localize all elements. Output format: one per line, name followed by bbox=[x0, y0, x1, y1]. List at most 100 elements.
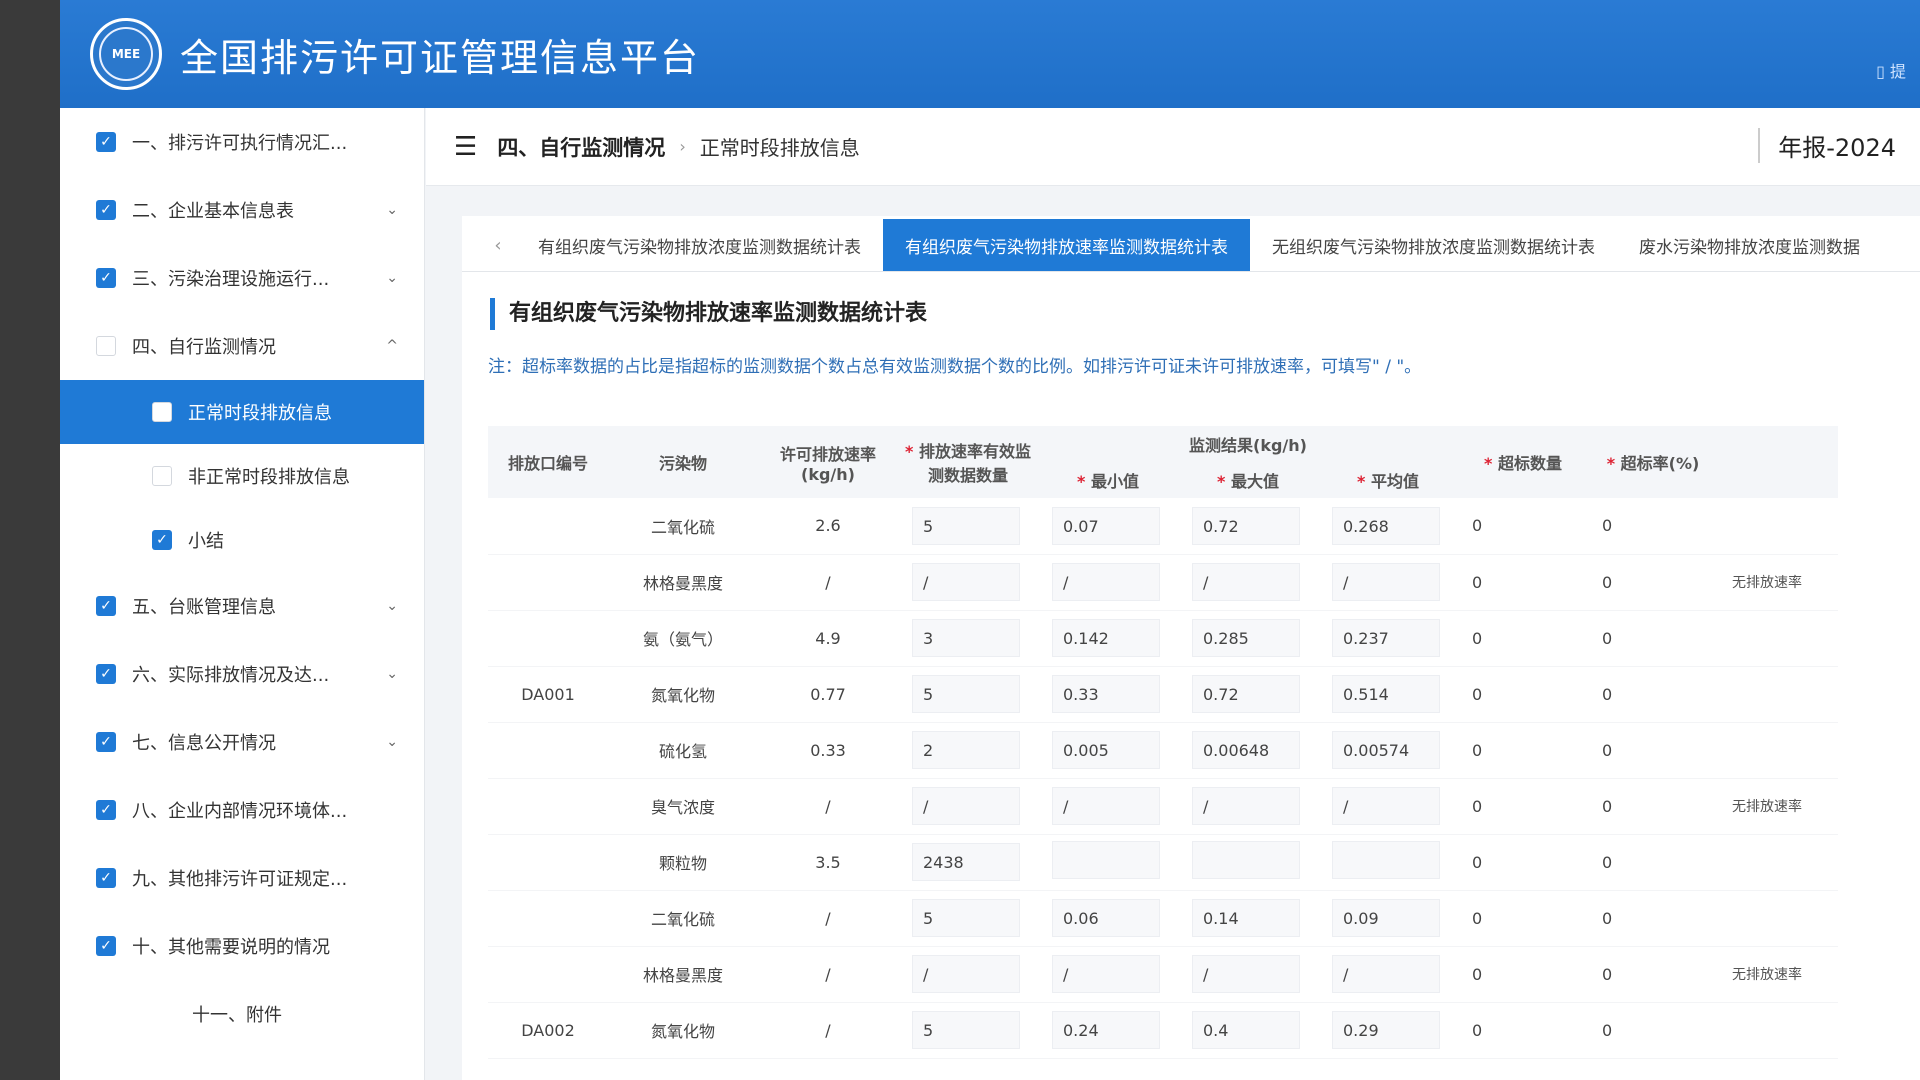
exceed-count-field-value[interactable]: 0 bbox=[1472, 909, 1482, 928]
min-value-field[interactable] bbox=[1038, 834, 1178, 891]
exceed-rate-field[interactable]: 0 bbox=[1588, 610, 1718, 667]
sidebar-item[interactable]: ✓ 九、其他排污许可证规定... bbox=[60, 844, 424, 912]
exceed-rate-field-value[interactable]: 0 bbox=[1602, 573, 1612, 592]
min-value-field-value[interactable]: 0.24 bbox=[1052, 1011, 1160, 1049]
avg-value-field[interactable]: 0.00574 bbox=[1318, 722, 1458, 779]
valid-count-field[interactable]: / bbox=[898, 554, 1038, 611]
checkbox-icon[interactable]: ✓ bbox=[96, 596, 116, 616]
avg-value-field[interactable]: 0.268 bbox=[1318, 498, 1458, 555]
exceed-count-field-value[interactable]: 0 bbox=[1472, 797, 1482, 816]
valid-count-field[interactable]: 5 bbox=[898, 1002, 1038, 1059]
sidebar-item[interactable]: ✓ 六、实际排放情况及达... ⌄ bbox=[60, 640, 424, 708]
min-value-field-value[interactable]: 0.06 bbox=[1052, 899, 1160, 937]
exceed-rate-field-value[interactable]: 0 bbox=[1602, 741, 1612, 760]
checkbox-icon[interactable]: ✓ bbox=[152, 530, 172, 550]
header-right-action[interactable]: ▯ 提 bbox=[1876, 58, 1906, 82]
checkbox-icon[interactable]: ✓ bbox=[96, 336, 116, 356]
avg-value-field-value[interactable]: / bbox=[1332, 563, 1440, 601]
max-value-field-value[interactable] bbox=[1192, 841, 1300, 879]
exceed-count-field[interactable]: 0 bbox=[1458, 890, 1588, 947]
sidebar-item[interactable]: ✓ 小结 bbox=[60, 508, 424, 572]
sidebar-item[interactable]: ✓ 三、污染治理设施运行... ⌄ bbox=[60, 244, 424, 312]
exceed-rate-field-value[interactable]: 0 bbox=[1602, 516, 1612, 535]
exceed-count-field[interactable]: 0 bbox=[1458, 554, 1588, 611]
exceed-rate-field[interactable]: 0 bbox=[1588, 498, 1718, 555]
avg-value-field-value[interactable]: / bbox=[1332, 787, 1440, 825]
avg-value-field[interactable] bbox=[1318, 834, 1458, 891]
exceed-count-field[interactable]: 0 bbox=[1458, 946, 1588, 1003]
avg-value-field-value[interactable]: 0.09 bbox=[1332, 899, 1440, 937]
valid-count-field-value[interactable]: 3 bbox=[912, 619, 1020, 657]
min-value-field-value[interactable]: / bbox=[1052, 955, 1160, 993]
exceed-rate-field[interactable]: 0 bbox=[1588, 722, 1718, 779]
exceed-rate-field[interactable]: 0 bbox=[1588, 554, 1718, 611]
min-value-field[interactable]: 0.005 bbox=[1038, 722, 1178, 779]
min-value-field-value[interactable]: 0.33 bbox=[1052, 675, 1160, 713]
breadcrumb-parent[interactable]: 四、自行监测情况 bbox=[497, 132, 665, 162]
avg-value-field[interactable]: / bbox=[1318, 778, 1458, 835]
min-value-field-value[interactable]: 0.142 bbox=[1052, 619, 1160, 657]
avg-value-field[interactable]: 0.09 bbox=[1318, 890, 1458, 947]
exceed-count-field-value[interactable]: 0 bbox=[1472, 1021, 1482, 1040]
exceed-rate-field[interactable]: 0 bbox=[1588, 946, 1718, 1003]
checkbox-icon[interactable]: ✓ bbox=[96, 664, 116, 684]
min-value-field[interactable]: 0.07 bbox=[1038, 498, 1178, 555]
max-value-field[interactable]: 0.72 bbox=[1178, 498, 1318, 555]
min-value-field-value[interactable]: 0.005 bbox=[1052, 731, 1160, 769]
sidebar-item[interactable]: ✓ 一、排污许可执行情况汇... bbox=[60, 108, 424, 176]
max-value-field[interactable]: / bbox=[1178, 946, 1318, 1003]
valid-count-field-value[interactable]: 2438 bbox=[912, 843, 1020, 881]
checkbox-icon[interactable]: ✓ bbox=[96, 936, 116, 956]
avg-value-field-value[interactable]: 0.514 bbox=[1332, 675, 1440, 713]
exceed-count-field[interactable]: 0 bbox=[1458, 666, 1588, 723]
exceed-count-field[interactable]: 0 bbox=[1458, 834, 1588, 891]
max-value-field[interactable]: 0.00648 bbox=[1178, 722, 1318, 779]
valid-count-field[interactable]: / bbox=[898, 778, 1038, 835]
avg-value-field-value[interactable]: 0.00574 bbox=[1332, 731, 1440, 769]
avg-value-field[interactable]: / bbox=[1318, 554, 1458, 611]
exceed-count-field-value[interactable]: 0 bbox=[1472, 741, 1482, 760]
max-value-field-value[interactable]: / bbox=[1192, 563, 1300, 601]
avg-value-field-value[interactable]: / bbox=[1332, 955, 1440, 993]
valid-count-field-value[interactable]: 5 bbox=[912, 899, 1020, 937]
avg-value-field[interactable]: 0.29 bbox=[1318, 1002, 1458, 1059]
max-value-field[interactable]: 0.285 bbox=[1178, 610, 1318, 667]
avg-value-field-value[interactable]: 0.29 bbox=[1332, 1011, 1440, 1049]
exceed-rate-field[interactable]: 0 bbox=[1588, 1002, 1718, 1059]
valid-count-field-value[interactable]: 5 bbox=[912, 1011, 1020, 1049]
sidebar-item[interactable]: ✓ 四、自行监测情况 ^ bbox=[60, 312, 424, 380]
chevron-icon[interactable]: ⌄ bbox=[386, 202, 398, 218]
checkbox-icon[interactable]: ✓ bbox=[96, 268, 116, 288]
valid-count-field-value[interactable]: / bbox=[912, 955, 1020, 993]
min-value-field[interactable]: / bbox=[1038, 554, 1178, 611]
max-value-field-value[interactable]: 0.72 bbox=[1192, 506, 1300, 545]
exceed-count-field[interactable]: 0 bbox=[1458, 778, 1588, 835]
chevron-icon[interactable]: ^ bbox=[386, 338, 398, 354]
valid-count-field-value[interactable]: / bbox=[912, 563, 1020, 601]
sidebar-item[interactable]: ✓ 十、其他需要说明的情况 bbox=[60, 912, 424, 980]
max-value-field-value[interactable]: 0.14 bbox=[1192, 899, 1300, 937]
avg-value-field[interactable]: 0.514 bbox=[1318, 666, 1458, 723]
tab-wastewater-concentration[interactable]: 废水污染物排放浓度监测数据 bbox=[1617, 219, 1882, 271]
valid-count-field[interactable]: 5 bbox=[898, 498, 1038, 555]
valid-count-field[interactable]: / bbox=[898, 946, 1038, 1003]
exceed-count-field[interactable]: 0 bbox=[1458, 1002, 1588, 1059]
exceed-rate-field-value[interactable]: 0 bbox=[1602, 909, 1612, 928]
checkbox-icon[interactable]: ✓ bbox=[96, 132, 116, 152]
min-value-field-value[interactable]: 0.07 bbox=[1052, 506, 1160, 545]
chevron-icon[interactable]: ⌄ bbox=[386, 598, 398, 614]
exceed-rate-field[interactable]: 0 bbox=[1588, 890, 1718, 947]
exceed-count-field-value[interactable]: 0 bbox=[1472, 685, 1482, 704]
max-value-field-value[interactable]: 0.285 bbox=[1192, 619, 1300, 657]
sidebar-item[interactable]: ✓ 正常时段排放信息 bbox=[60, 380, 424, 444]
valid-count-field[interactable]: 5 bbox=[898, 666, 1038, 723]
exceed-rate-field-value[interactable]: 0 bbox=[1602, 797, 1612, 816]
tab-org-gas-rate[interactable]: 有组织废气污染物排放速率监测数据统计表 bbox=[883, 219, 1250, 271]
checkbox-icon[interactable]: ✓ bbox=[152, 466, 172, 486]
exceed-count-field[interactable]: 0 bbox=[1458, 498, 1588, 555]
checkbox-icon[interactable]: ✓ bbox=[96, 200, 116, 220]
exceed-rate-field[interactable]: 0 bbox=[1588, 666, 1718, 723]
exceed-rate-field-value[interactable]: 0 bbox=[1602, 1021, 1612, 1040]
valid-count-field[interactable]: 2 bbox=[898, 722, 1038, 779]
chevron-icon[interactable]: ⌄ bbox=[386, 666, 398, 682]
